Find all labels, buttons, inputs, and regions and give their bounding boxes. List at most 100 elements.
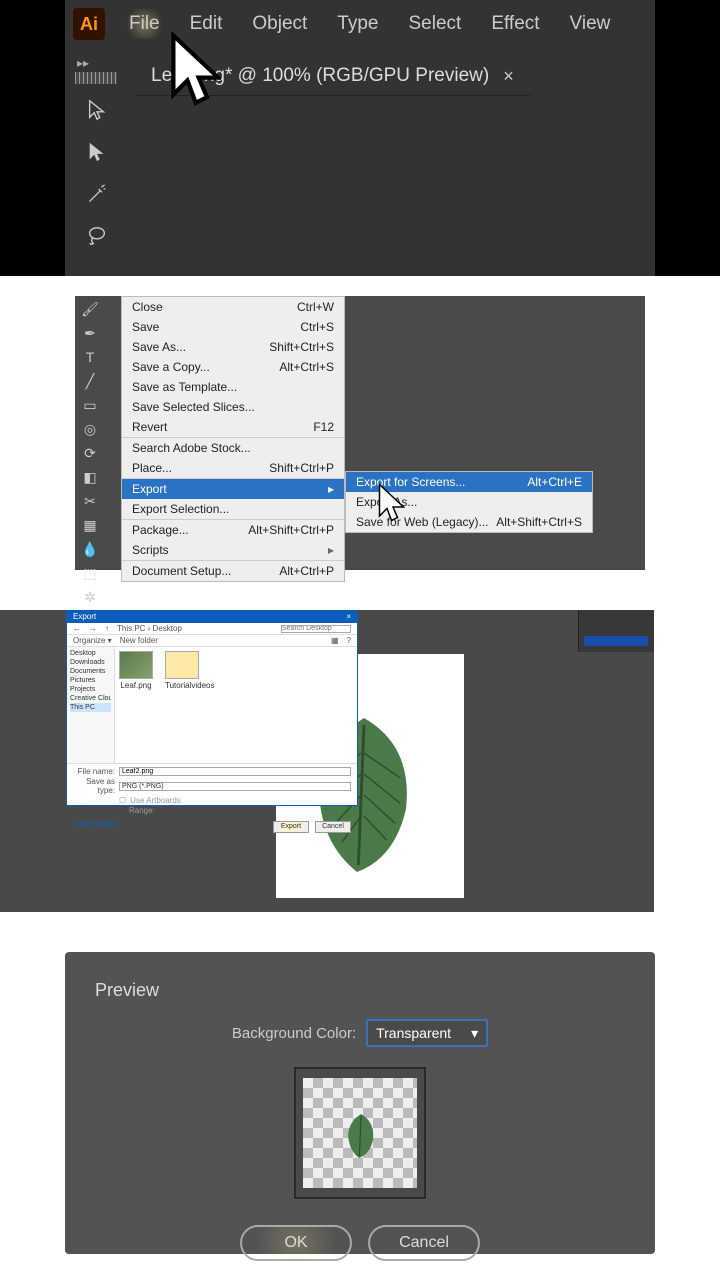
panel-expand-icon[interactable]: ▸▸ [77, 56, 89, 70]
menu-save-copy[interactable]: Save a Copy...Alt+Ctrl+S [122, 357, 344, 377]
menu-close[interactable]: CloseCtrl+W [122, 297, 344, 317]
symbol-sprayer-tool-icon[interactable]: ✲ [79, 588, 101, 606]
shape-builder-tool-icon[interactable]: ◎ [79, 420, 101, 438]
filename-input[interactable] [119, 767, 351, 776]
menu-view[interactable]: View [564, 9, 617, 39]
menu-save-slices[interactable]: Save Selected Slices... [122, 397, 344, 417]
dialog-titlebar: Export × [67, 611, 357, 623]
cursor-icon [375, 482, 405, 531]
sidebar-downloads[interactable]: Downloads [70, 658, 111, 667]
menu-document-setup[interactable]: Document Setup...Alt+Ctrl+P [122, 560, 344, 581]
panel-export-dialog: Export × ← → ↑ This PC › Desktop Organiz… [0, 610, 720, 932]
menu-scripts[interactable]: Scripts▸ [122, 540, 344, 560]
cancel-button[interactable]: Cancel [315, 821, 351, 833]
paintbrush-tool-icon[interactable]: 🖌 [79, 300, 101, 318]
sidebar-creative-cloud[interactable]: Creative Cloud F [70, 694, 111, 703]
layer-row[interactable] [584, 636, 648, 646]
dialog-sidebar: Desktop Downloads Documents Pictures Pro… [67, 647, 115, 763]
file-thumbnail-icon [119, 651, 153, 679]
dialog-breadcrumb-row: ← → ↑ This PC › Desktop [67, 623, 357, 635]
direct-selection-tool-icon[interactable] [83, 138, 111, 166]
ruler-icon [75, 72, 117, 84]
menu-type[interactable]: Type [331, 9, 384, 39]
menu-export[interactable]: Export▸ [122, 478, 344, 499]
eyedropper-tool-icon[interactable]: 💧 [79, 540, 101, 558]
transparency-grid [303, 1078, 417, 1188]
savetype-select[interactable]: PNG (*.PNG) [119, 782, 351, 791]
export-dialog: Export × ← → ↑ This PC › Desktop Organiz… [66, 610, 358, 806]
dialog-close-icon[interactable]: × [346, 612, 351, 622]
menu-save[interactable]: SaveCtrl+S [122, 317, 344, 337]
background-color-label: Background Color: [232, 1025, 356, 1042]
background-color-select[interactable]: Transparent ▾ [366, 1019, 488, 1047]
view-icon[interactable]: ▦ [331, 636, 339, 645]
folder-icon [165, 651, 199, 679]
menu-select[interactable]: Select [403, 9, 468, 39]
sidebar-this-pc[interactable]: This PC [70, 703, 111, 712]
filename-label: File name: [73, 767, 115, 776]
cursor-icon [165, 32, 221, 117]
hide-folders-link[interactable]: Hide Folders [73, 821, 267, 833]
perspective-grid-tool-icon[interactable]: ▦ [79, 516, 101, 534]
ok-button[interactable]: OK [240, 1225, 352, 1261]
menu-effect[interactable]: Effect [485, 9, 545, 39]
scissors-tool-icon[interactable]: ✂ [79, 492, 101, 510]
menu-save-as[interactable]: Save As...Shift+Ctrl+S [122, 337, 344, 357]
menu-search-stock[interactable]: Search Adobe Stock... [122, 437, 344, 458]
dialog-bottom: File name: Save as type: PNG (*.PNG) ☐ U… [67, 763, 357, 818]
chevron-down-icon: ▾ [471, 1025, 478, 1042]
file-name: Leaf.png [119, 681, 153, 690]
menu-export-selection[interactable]: Export Selection... [122, 499, 344, 519]
menu-package[interactable]: Package...Alt+Shift+Ctrl+P [122, 519, 344, 540]
file-item-leaf[interactable]: Leaf.png [119, 651, 153, 759]
eraser-tool-icon[interactable]: ◧ [79, 468, 101, 486]
back-arrow-icon[interactable]: ← [73, 624, 81, 633]
menu-file[interactable]: File [123, 9, 166, 39]
sidebar-desktop[interactable]: Desktop [70, 649, 111, 658]
breadcrumb[interactable]: This PC › Desktop [117, 624, 273, 633]
dialog-toolbar: Organize ▾ New folder ▦ ? [67, 635, 357, 647]
rectangle-tool-icon[interactable]: ▭ [79, 396, 101, 414]
select-value: Transparent [376, 1025, 451, 1041]
use-artboards-checkbox[interactable]: ☐ [119, 796, 126, 805]
sidebar-pictures[interactable]: Pictures [70, 676, 111, 685]
range-label: Range: [129, 806, 155, 815]
panel-illustrator-menubar: Ai File Edit Object Type Select Effect V… [0, 0, 720, 276]
cancel-button[interactable]: Cancel [368, 1225, 480, 1261]
file-item-folder[interactable]: Tutorialvideos [165, 651, 199, 759]
export-button[interactable]: Export [273, 821, 309, 833]
file-list: Leaf.png Tutorialvideos [115, 647, 357, 763]
file-menu-dropdown: CloseCtrl+W SaveCtrl+S Save As...Shift+C… [121, 296, 345, 582]
sidebar-projects[interactable]: Projects [70, 685, 111, 694]
rotate-tool-icon[interactable]: ⟳ [79, 444, 101, 462]
forward-arrow-icon[interactable]: → [89, 624, 97, 633]
menu-save-template[interactable]: Save as Template... [122, 377, 344, 397]
up-arrow-icon[interactable]: ↑ [105, 624, 109, 633]
magic-wand-tool-icon[interactable] [83, 180, 111, 208]
close-tab-icon[interactable]: × [503, 66, 514, 87]
sidebar-documents[interactable]: Documents [70, 667, 111, 676]
blend-tool-icon[interactable]: ⬚ [79, 564, 101, 582]
menu-object[interactable]: Object [246, 9, 313, 39]
savetype-label: Save as type: [73, 777, 115, 795]
menu-revert[interactable]: RevertF12 [122, 417, 344, 437]
organize-button[interactable]: Organize ▾ [73, 636, 112, 645]
line-tool-icon[interactable]: ╱ [79, 372, 101, 390]
lasso-tool-icon[interactable] [83, 222, 111, 250]
use-artboards-label: Use Artboards [130, 796, 181, 805]
type-tool-icon[interactable]: T [79, 348, 101, 366]
layers-panel [578, 610, 654, 652]
help-icon[interactable]: ? [347, 636, 351, 645]
menu-place[interactable]: Place...Shift+Ctrl+P [122, 458, 344, 478]
new-folder-button[interactable]: New folder [120, 636, 158, 645]
blob-brush-tool-icon[interactable]: ✒ [79, 324, 101, 342]
panel-preview-dialog: Preview Background Color: Transparent ▾ … [0, 952, 720, 1274]
panel-file-menu-export: 🖌 ✒ T ╱ ▭ ◎ ⟳ ◧ ✂ ▦ 💧 ⬚ ✲ ⊞ CloseCtrl+W … [0, 296, 720, 590]
file-name: Tutorialvideos [165, 681, 199, 690]
tools-column: 🖌 ✒ T ╱ ▭ ◎ ⟳ ◧ ✂ ▦ 💧 ⬚ ✲ ⊞ [79, 300, 103, 630]
preview-frame [294, 1067, 426, 1199]
dialog-title: Export [73, 612, 96, 622]
selection-tool-icon[interactable] [83, 96, 111, 124]
search-input[interactable] [281, 625, 351, 633]
leaf-preview-icon [341, 1112, 381, 1160]
